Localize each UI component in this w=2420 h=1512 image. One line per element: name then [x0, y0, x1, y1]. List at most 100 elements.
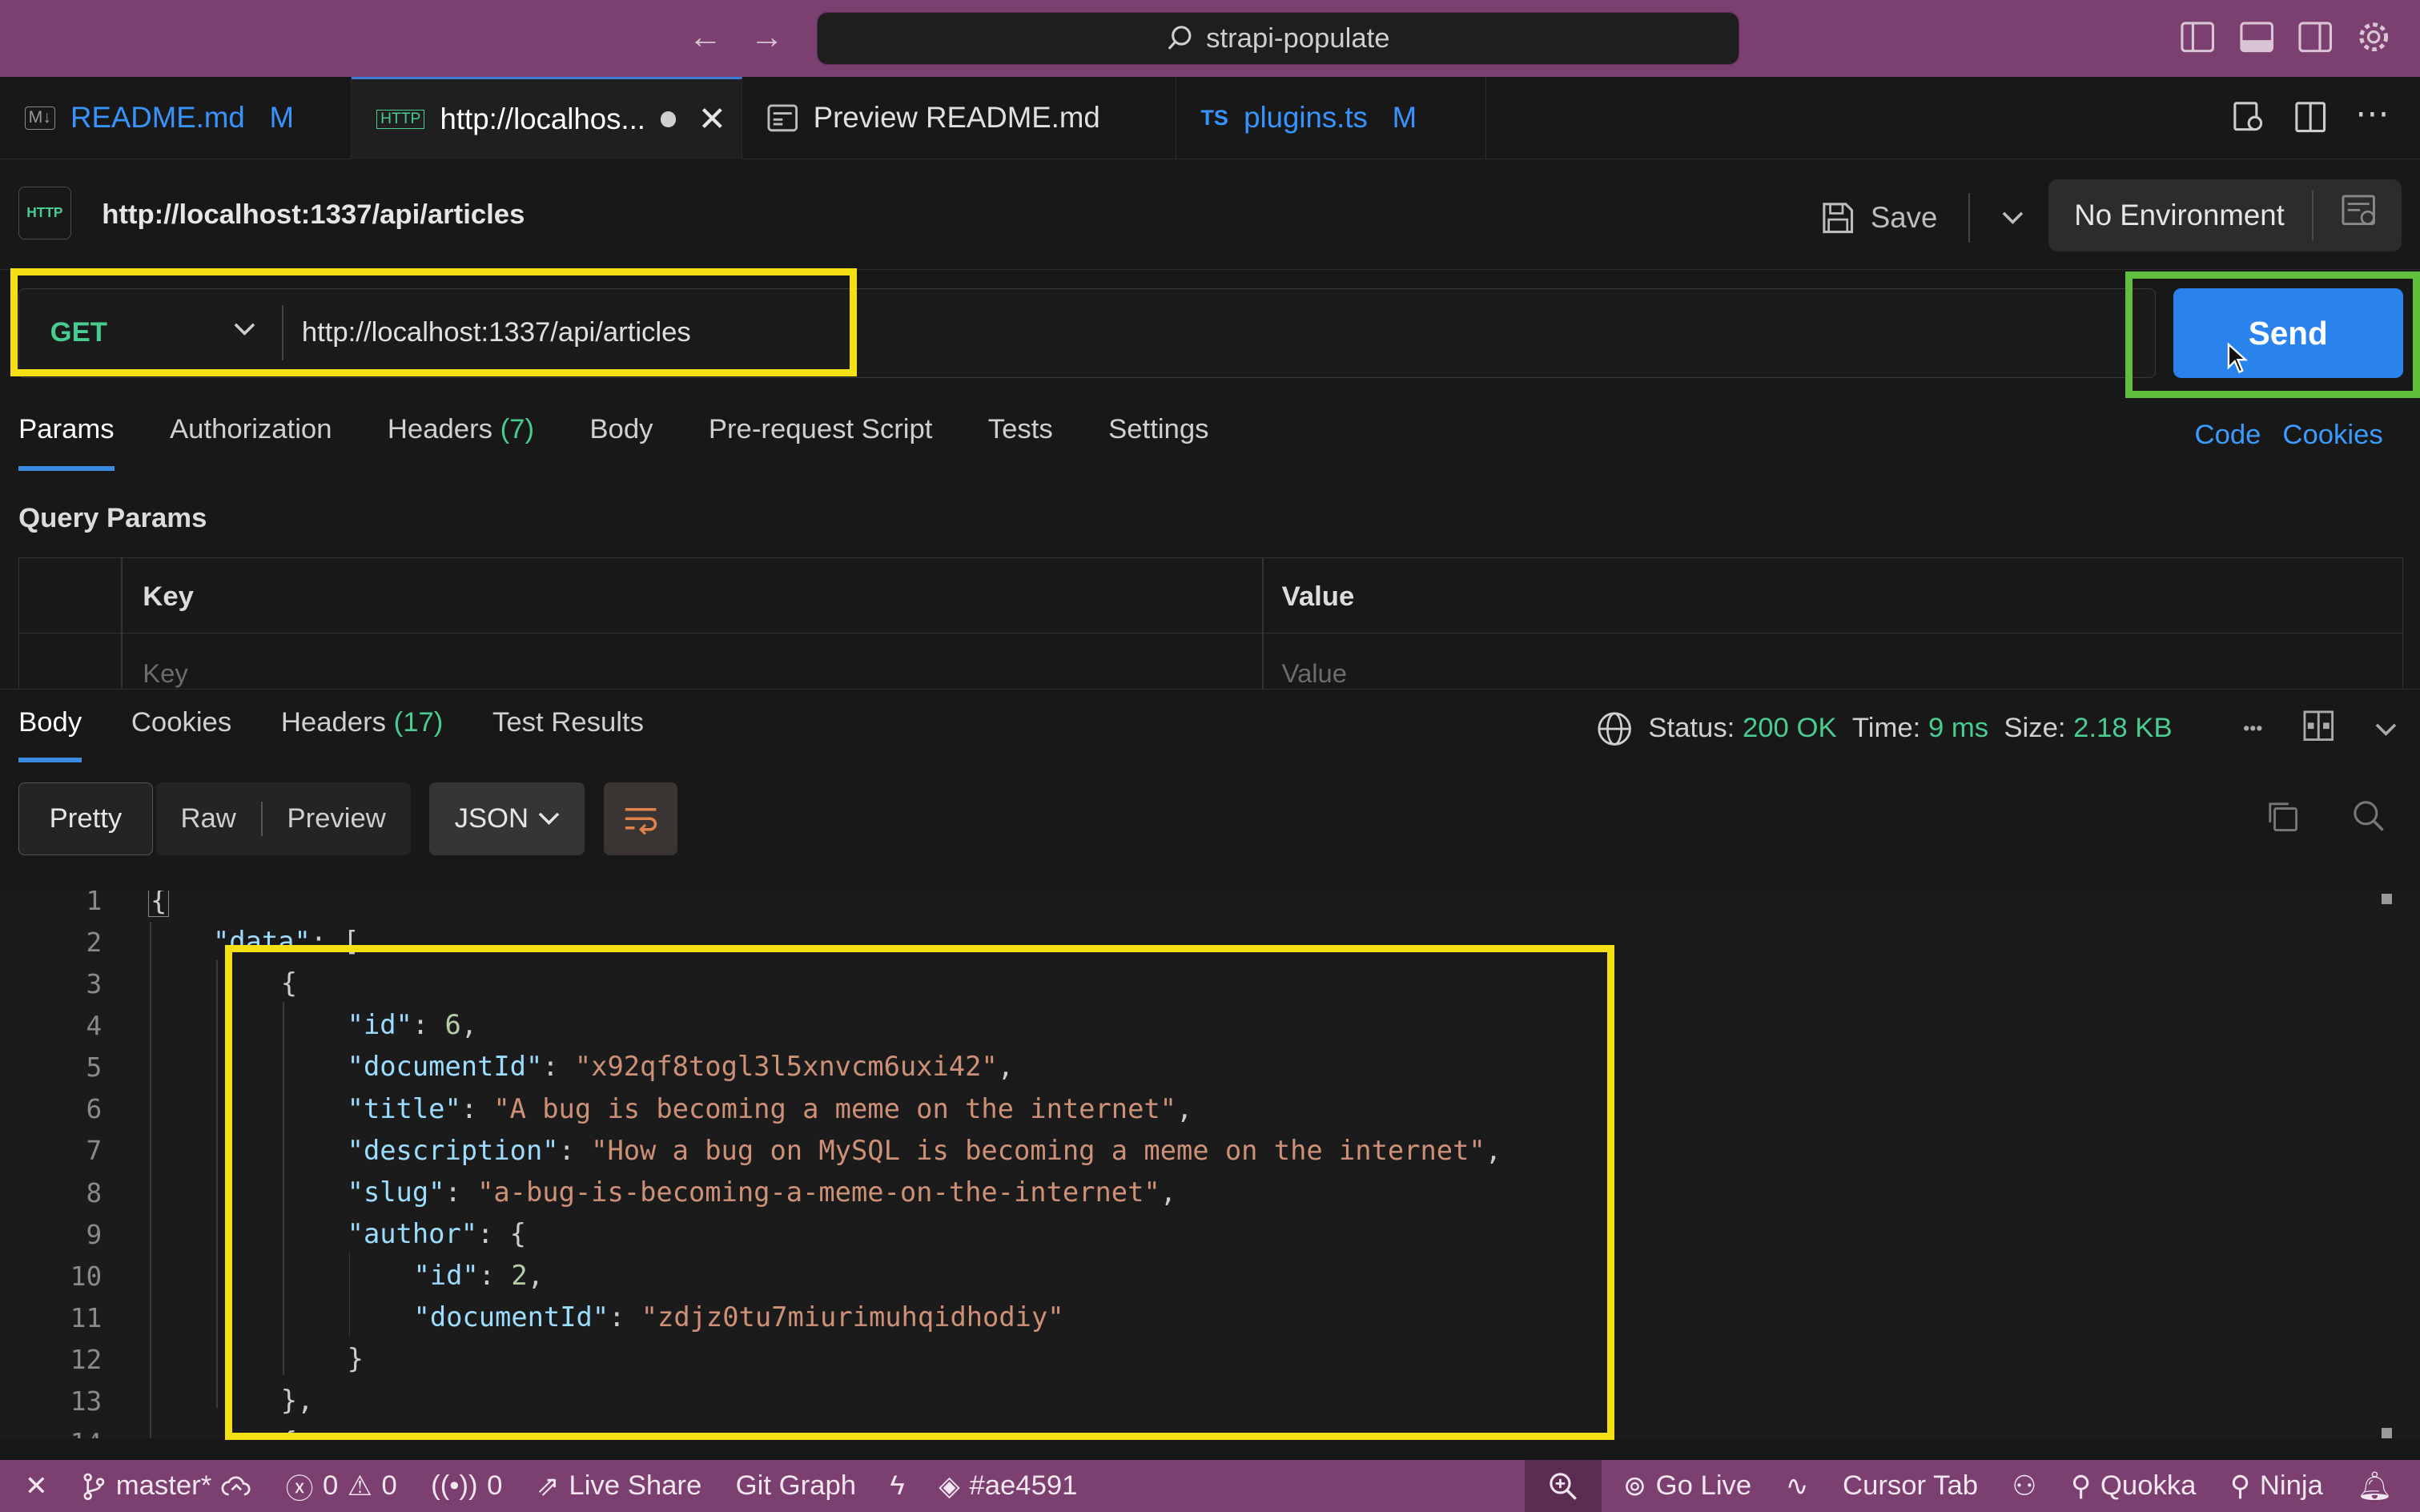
remote-icon[interactable]: ✕ — [25, 1470, 48, 1502]
bell-icon[interactable]: 🔔︎ — [2357, 1470, 2392, 1502]
tab-response-cookies[interactable]: Cookies — [131, 707, 231, 760]
ports-count: 0 — [487, 1470, 503, 1502]
tab-headers[interactable]: Headers (7) — [388, 414, 534, 469]
tab-pre-request-script[interactable]: Pre-request Script — [709, 414, 933, 469]
ninja-button[interactable]: ⚲ Ninja — [2230, 1470, 2323, 1502]
http-request-icon: HTTP — [18, 187, 71, 239]
arrow-left-icon[interactable]: ← — [689, 18, 722, 55]
code-link[interactable]: Code — [2195, 420, 2261, 451]
key-input[interactable]: Key — [143, 658, 187, 689]
save-group: Save — [1821, 192, 2025, 243]
tab-label: Preview README.md — [813, 101, 1100, 135]
save-button[interactable]: Save — [1871, 201, 1937, 235]
git-graph-button[interactable]: Git Graph — [736, 1470, 856, 1502]
cookies-link[interactable]: Cookies — [2282, 420, 2382, 451]
search-icon[interactable] — [2352, 799, 2386, 839]
response-headers-count: (17) — [393, 706, 444, 738]
accounts-icon[interactable]: ⚇ — [2012, 1470, 2036, 1502]
arrow-right-icon[interactable]: → — [750, 18, 784, 55]
plug-icon: ⚲ — [2070, 1470, 2092, 1502]
mouse-cursor-icon — [2227, 342, 2249, 374]
layout-toggle-icon[interactable] — [2303, 710, 2334, 748]
branch-status[interactable]: master* — [82, 1470, 251, 1502]
ninja-label: Ninja — [2259, 1470, 2323, 1502]
commit-status[interactable]: ◈ #ae4591 — [939, 1470, 1077, 1502]
more-actions-icon[interactable]: ⋯ — [2355, 96, 2389, 140]
zoom-icon[interactable] — [1524, 1460, 1602, 1512]
chevron-down-icon[interactable] — [2374, 714, 2398, 743]
copilot-icon[interactable]: ∿ — [1786, 1470, 1809, 1502]
format-selector[interactable]: JSON — [428, 782, 585, 855]
split-editor-icon[interactable] — [2293, 100, 2327, 140]
size-label: Size: 2.18 KB — [2004, 713, 2172, 744]
toggle-panel-icon[interactable] — [2238, 18, 2275, 55]
quokka-label: Quokka — [2100, 1470, 2197, 1502]
warning-icon: ⚠ — [347, 1470, 372, 1502]
commit-icon: ◈ — [939, 1470, 960, 1502]
preview-icon — [767, 104, 798, 132]
copy-icon[interactable] — [2265, 799, 2299, 839]
line-number: 12 — [70, 1344, 103, 1375]
broadcast-icon: ((•)) — [431, 1470, 478, 1502]
word-wrap-toggle[interactable] — [603, 782, 678, 855]
tab-readme[interactable]: M↓ README.md M — [0, 77, 352, 159]
time-value: 9 ms — [1928, 713, 1989, 744]
ports-status[interactable]: ((•)) 0 — [431, 1470, 502, 1502]
command-center-search[interactable]: strapi-populate — [816, 12, 1740, 65]
unsaved-dot-icon — [661, 111, 677, 127]
tab-response-body[interactable]: Body — [18, 707, 82, 763]
plug-icon: ⚲ — [2229, 1470, 2251, 1502]
indent-guide — [215, 959, 218, 1408]
divider — [1968, 192, 1970, 243]
preview-button[interactable]: Preview — [263, 803, 411, 834]
status-label: Status: 200 OK — [1648, 713, 1836, 744]
modified-badge: M — [269, 101, 295, 135]
go-live-button[interactable]: ⊚ Go Live — [1623, 1470, 1751, 1502]
pretty-button[interactable]: Pretty — [18, 782, 153, 855]
chevron-down-icon[interactable] — [2000, 210, 2025, 225]
git-branch-icon — [83, 1473, 105, 1500]
quokka-button[interactable]: ⚲ Quokka — [2071, 1470, 2197, 1502]
toggle-primary-sidebar-icon[interactable] — [2179, 18, 2216, 55]
error-icon: ⓧ — [285, 1474, 314, 1505]
open-preview-icon[interactable] — [2232, 100, 2265, 140]
cursor-tab-button[interactable]: Cursor Tab — [1843, 1470, 1978, 1502]
line-number: 3 — [86, 969, 103, 1000]
live-share-button[interactable]: ⇗ Live Share — [537, 1470, 701, 1502]
response-view-controls: Pretty Raw Preview JSON — [18, 782, 678, 855]
broadcast-icon: ⊚ — [1622, 1470, 1647, 1502]
line-number: 8 — [86, 1177, 103, 1208]
line-number: 4 — [86, 1011, 103, 1042]
response-divider[interactable] — [0, 688, 2420, 690]
tab-authorization[interactable]: Authorization — [170, 414, 332, 469]
tab-params[interactable]: Params — [18, 414, 115, 471]
environment-selector[interactable]: No Environment — [2048, 179, 2402, 252]
tab-label: http://localhos... — [440, 102, 645, 135]
tab-settings[interactable]: Settings — [1108, 414, 1208, 469]
markdown-icon: M↓ — [24, 106, 55, 131]
tab-tests[interactable]: Tests — [988, 414, 1053, 469]
time-label-text: Time: — [1851, 713, 1921, 744]
globe-icon[interactable] — [1596, 710, 1633, 747]
raw-button[interactable]: Raw — [156, 803, 261, 834]
gear-icon[interactable] — [2355, 18, 2392, 55]
more-options-icon[interactable]: ••• — [2243, 718, 2262, 739]
tab-test-results[interactable]: Test Results — [492, 707, 644, 760]
tab-label: README.md — [70, 101, 245, 135]
tab-http-request[interactable]: HTTP http://localhos... ✕ — [352, 77, 743, 159]
http-badge-text: HTTP — [26, 204, 63, 221]
problems-status[interactable]: ⓧ 0 ⚠ 0 — [286, 1466, 397, 1506]
value-input[interactable]: Value — [1282, 658, 1347, 689]
lightning-icon[interactable]: ϟ — [890, 1470, 904, 1502]
toggle-secondary-sidebar-icon[interactable] — [2297, 18, 2334, 55]
tab-body[interactable]: Body — [589, 414, 653, 469]
live-share-label: Live Share — [569, 1470, 702, 1502]
search-text: strapi-populate — [1206, 22, 1390, 54]
tab-preview-readme[interactable]: Preview README.md — [742, 77, 1176, 159]
save-icon[interactable] — [1821, 201, 1855, 235]
environment-settings-icon[interactable] — [2342, 195, 2378, 235]
tab-response-headers[interactable]: Headers (17) — [281, 707, 443, 760]
live-share-icon: ⇗ — [536, 1470, 560, 1502]
close-icon[interactable]: ✕ — [697, 99, 726, 139]
tab-plugins-ts[interactable]: TS plugins.ts M — [1176, 77, 1486, 159]
